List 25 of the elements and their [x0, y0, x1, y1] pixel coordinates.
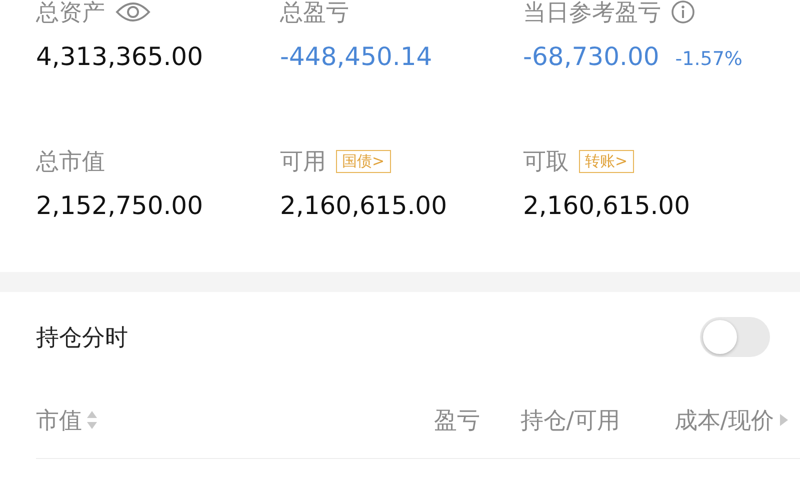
- summary-label: 当日参考盈亏: [523, 0, 661, 28]
- summary-label: 总市值: [36, 148, 105, 176]
- summary-value: -68,730.00: [523, 42, 660, 71]
- intraday-toggle[interactable]: [700, 317, 770, 357]
- summary-value: 2,160,615.00: [280, 191, 447, 220]
- summary-value: 2,160,615.00: [523, 191, 690, 220]
- info-icon[interactable]: [671, 0, 695, 24]
- summary-label: 总盈亏: [280, 0, 349, 28]
- caret-icon[interactable]: [778, 412, 790, 428]
- summary-label: 可用: [280, 148, 326, 176]
- summary-value: 2,152,750.00: [36, 191, 203, 220]
- link-badge[interactable]: 国债>: [336, 150, 391, 172]
- summary-value: 4,313,365.00: [36, 42, 203, 71]
- link-badge[interactable]: 转账>: [579, 150, 634, 172]
- eye-icon[interactable]: [115, 1, 151, 23]
- sort-icon[interactable]: [86, 409, 98, 431]
- intraday-label: 持仓分时: [36, 324, 128, 352]
- column-header[interactable]: 盈亏: [434, 404, 480, 436]
- summary-label: 可取: [523, 148, 569, 176]
- summary-label: 总资产: [36, 0, 105, 28]
- summary-value: -448,450.14: [280, 42, 432, 71]
- column-header[interactable]: 市值: [36, 404, 82, 436]
- column-header[interactable]: 持仓/可用: [520, 404, 620, 436]
- column-header[interactable]: 成本/现价: [674, 404, 774, 436]
- percent-change: -1.57%: [675, 48, 742, 70]
